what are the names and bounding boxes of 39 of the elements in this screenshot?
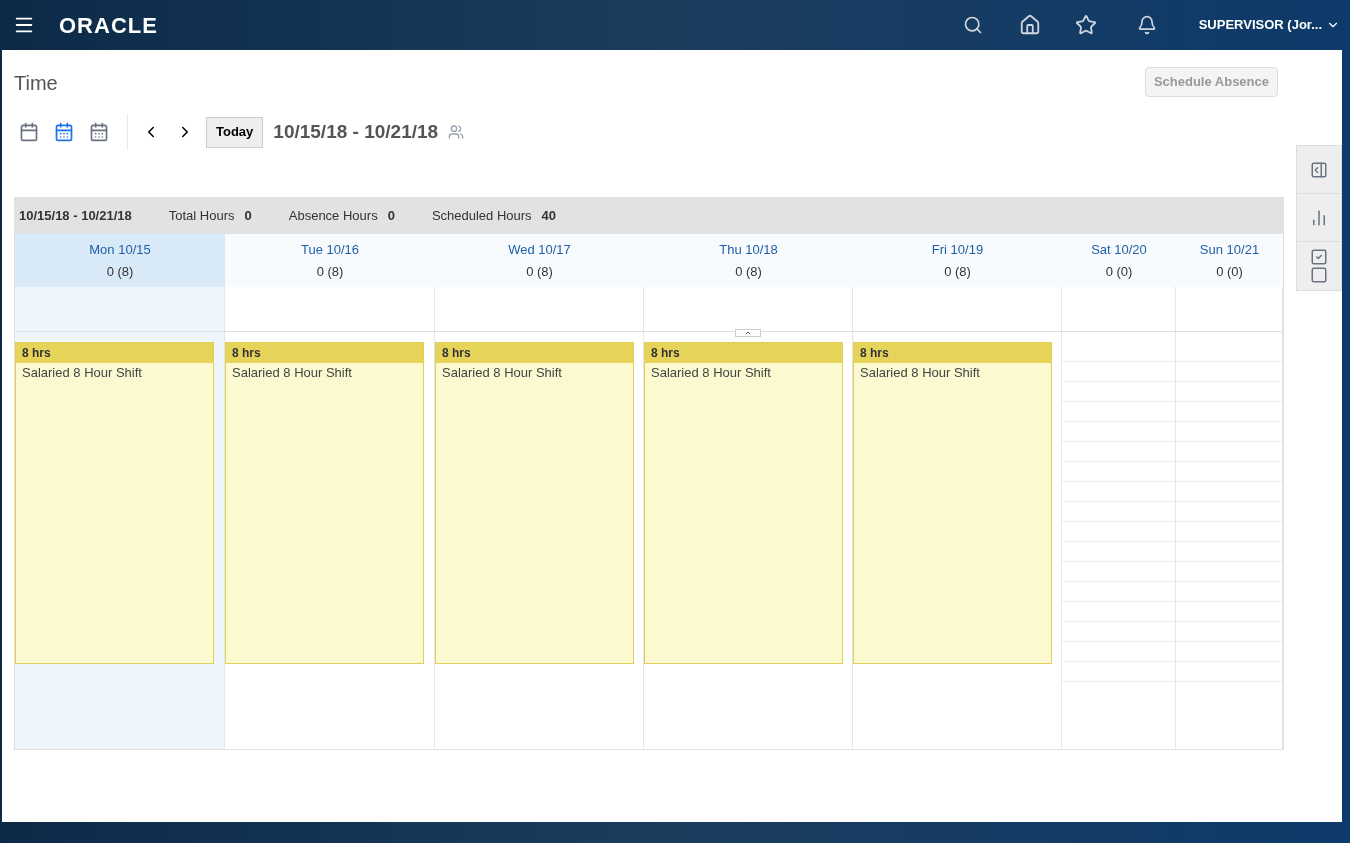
shift-name: Salaried 8 Hour Shift: [859, 364, 981, 382]
shift-event[interactable]: 8 hrs Salaried 8 Hour Shift: [225, 342, 424, 664]
shift-hours: 8 hrs: [854, 343, 1051, 363]
day-header[interactable]: Sat 10/20 0 (0): [1062, 234, 1176, 287]
search-icon[interactable]: [962, 15, 983, 35]
home-icon[interactable]: [1018, 14, 1041, 36]
all-day-cell[interactable]: [15, 287, 225, 331]
date-range: 10/15/18 - 10/21/18: [273, 119, 439, 144]
summary-item: Scheduled Hours 40: [431, 207, 557, 226]
collapse-toggle[interactable]: [735, 329, 761, 337]
page-title: Time: [14, 71, 58, 96]
day-header[interactable]: Fri 10/19 0 (8): [853, 234, 1062, 287]
summary-range: 10/15/18 - 10/21/18: [19, 207, 132, 226]
caret-up-icon: [744, 329, 752, 337]
shift-event[interactable]: 8 hrs Salaried 8 Hour Shift: [853, 342, 1052, 664]
day-header[interactable]: Sun 10/21 0 (0): [1176, 234, 1283, 287]
logo: ORACLE: [59, 11, 158, 40]
people-icon[interactable]: [448, 124, 465, 140]
shift-name: Salaried 8 Hour Shift: [650, 364, 772, 382]
shift-name: Salaried 8 Hour Shift: [21, 364, 143, 382]
shift-hours: 8 hrs: [16, 343, 213, 363]
shift-hours: 8 hrs: [226, 343, 423, 363]
summary-item: Total Hours 0: [168, 207, 252, 226]
today-button[interactable]: Today: [206, 116, 264, 148]
day-header[interactable]: Mon 10/15 0 (8): [15, 234, 225, 287]
summary-item: Absence Hours 0: [288, 207, 395, 226]
day-header[interactable]: Tue 10/16 0 (8): [225, 234, 435, 287]
shift-hours: 8 hrs: [645, 343, 842, 363]
star-icon[interactable]: [1074, 14, 1097, 36]
user-menu[interactable]: SUPERVISOR (Jor...: [1198, 15, 1340, 35]
day-header[interactable]: Wed 10/17 0 (8): [435, 234, 644, 287]
shift-event[interactable]: 8 hrs Salaried 8 Hour Shift: [435, 342, 634, 664]
bell-icon[interactable]: [1136, 15, 1157, 35]
day-header[interactable]: Thu 10/18 0 (8): [644, 234, 853, 287]
shift-event[interactable]: 8 hrs Salaried 8 Hour Shift: [644, 342, 843, 664]
shift-hours: 8 hrs: [436, 343, 633, 363]
shift-name: Salaried 8 Hour Shift: [231, 364, 353, 382]
shift-event[interactable]: 8 hrs Salaried 8 Hour Shift: [15, 342, 214, 664]
shift-name: Salaried 8 Hour Shift: [441, 364, 563, 382]
